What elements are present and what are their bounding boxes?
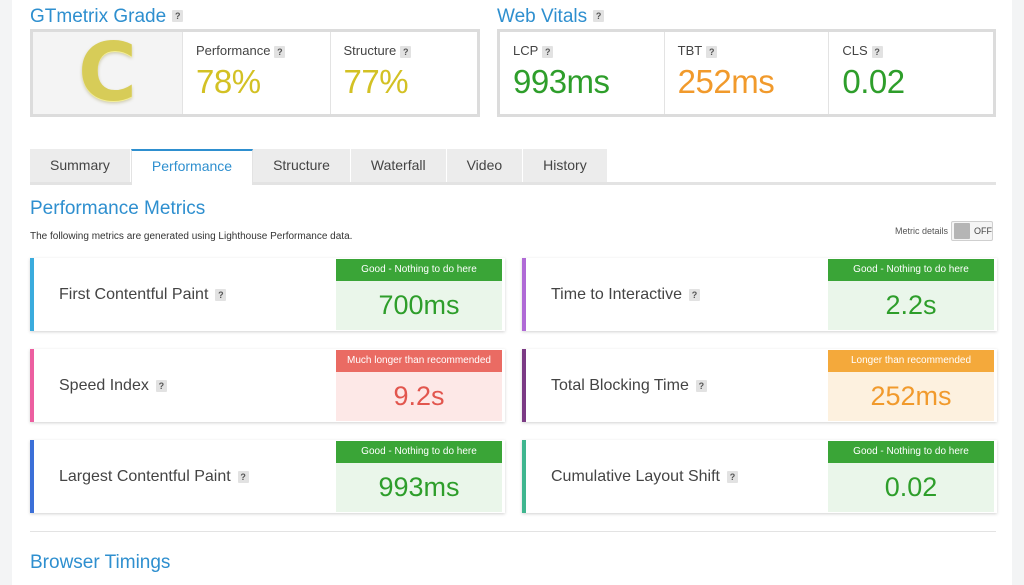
grade-letter: C	[78, 33, 137, 113]
help-icon[interactable]: ?	[274, 46, 285, 58]
performance-metrics-title: Performance Metrics	[30, 198, 205, 220]
help-icon[interactable]: ?	[689, 289, 700, 301]
metric-result: Good - Nothing to do here 2.2s	[828, 259, 994, 330]
tab-video[interactable]: Video	[447, 149, 524, 182]
metric-value: 700ms	[336, 281, 502, 330]
status-badge: Good - Nothing to do here	[828, 259, 994, 281]
metric-result: Good - Nothing to do here 700ms	[336, 259, 502, 330]
performance-score: Performance? 78%	[182, 32, 330, 114]
lcp-label: LCP	[513, 43, 538, 58]
metric-result: Much longer than recommended 9.2s	[336, 350, 502, 421]
cls-value: 0.02	[842, 63, 993, 101]
metric-value: 252ms	[828, 372, 994, 421]
performance-label: Performance	[196, 43, 270, 58]
tab-summary[interactable]: Summary	[30, 149, 131, 182]
report-tabs: Summary Performance Structure Waterfall …	[30, 149, 996, 185]
help-icon[interactable]: ?	[400, 46, 411, 58]
tab-structure[interactable]: Structure	[253, 149, 351, 182]
metric-card-cls: Cumulative Layout Shift? Good - Nothing …	[522, 440, 997, 513]
web-vitals-box: LCP? 993ms TBT? 252ms CLS? 0.02	[497, 29, 996, 117]
help-icon[interactable]: ?	[727, 471, 738, 483]
tbt-label: TBT	[678, 43, 703, 58]
help-icon[interactable]: ?	[542, 46, 553, 58]
metric-value: 9.2s	[336, 372, 502, 421]
browser-timings-title: Browser Timings	[30, 552, 170, 574]
performance-value: 78%	[196, 63, 330, 101]
lcp-vital: LCP? 993ms	[500, 32, 664, 114]
metric-name: Cumulative Layout Shift	[551, 468, 720, 485]
tbt-vital: TBT? 252ms	[664, 32, 829, 114]
tab-waterfall[interactable]: Waterfall	[351, 149, 447, 182]
help-icon[interactable]: ?	[872, 46, 883, 58]
tbt-value: 252ms	[678, 63, 829, 101]
web-vitals-heading: Web Vitals?	[497, 6, 604, 28]
grade-box: C Performance? 78% Structure? 77%	[30, 29, 480, 117]
metric-name: First Contentful Paint	[59, 286, 208, 303]
help-icon[interactable]: ?	[238, 471, 249, 483]
help-icon[interactable]: ?	[706, 46, 717, 58]
help-icon[interactable]: ?	[215, 289, 226, 301]
metric-card-speed-index: Speed Index? Much longer than recommende…	[30, 349, 505, 422]
cls-label: CLS	[842, 43, 867, 58]
tab-performance[interactable]: Performance	[131, 149, 253, 185]
section-divider	[30, 531, 996, 532]
metric-value: 0.02	[828, 463, 994, 512]
help-icon[interactable]: ?	[156, 380, 167, 392]
metric-card-tbt: Total Blocking Time? Longer than recomme…	[522, 349, 997, 422]
lcp-value: 993ms	[513, 63, 664, 101]
structure-score: Structure? 77%	[330, 32, 478, 114]
metric-name: Time to Interactive	[551, 286, 682, 303]
metric-card-lcp: Largest Contentful Paint? Good - Nothing…	[30, 440, 505, 513]
report-page: GTmetrix Grade? C Performance? 78% Struc…	[12, 0, 1012, 585]
metric-card-fcp: First Contentful Paint? Good - Nothing t…	[30, 258, 505, 331]
gtmetrix-grade-heading: GTmetrix Grade?	[30, 6, 183, 28]
help-icon[interactable]: ?	[172, 10, 183, 22]
help-icon[interactable]: ?	[593, 10, 604, 22]
grade-cell: C	[33, 32, 182, 114]
metric-details-label: Metric details	[895, 226, 948, 236]
metric-name: Largest Contentful Paint	[59, 468, 231, 485]
metric-value: 2.2s	[828, 281, 994, 330]
metric-value: 993ms	[336, 463, 502, 512]
metric-name: Speed Index	[59, 377, 149, 394]
web-vitals-title: Web Vitals	[497, 6, 587, 27]
metric-result: Good - Nothing to do here 0.02	[828, 441, 994, 512]
metric-details-toggle[interactable]: OFF	[951, 221, 993, 241]
metric-details-control: Metric details OFF	[895, 221, 993, 241]
structure-value: 77%	[344, 63, 478, 101]
status-badge: Longer than recommended	[828, 350, 994, 372]
status-badge: Good - Nothing to do here	[828, 441, 994, 463]
help-icon[interactable]: ?	[696, 380, 707, 392]
cls-vital: CLS? 0.02	[828, 32, 993, 114]
status-badge: Good - Nothing to do here	[336, 441, 502, 463]
status-badge: Good - Nothing to do here	[336, 259, 502, 281]
gtmetrix-grade-title: GTmetrix Grade	[30, 6, 166, 27]
performance-metrics-description: The following metrics are generated usin…	[30, 231, 352, 242]
tab-history[interactable]: History	[523, 149, 608, 182]
metric-name: Total Blocking Time	[551, 377, 689, 394]
metric-result: Good - Nothing to do here 993ms	[336, 441, 502, 512]
structure-label: Structure	[344, 43, 397, 58]
toggle-state: OFF	[974, 226, 992, 236]
metric-card-tti: Time to Interactive? Good - Nothing to d…	[522, 258, 997, 331]
status-badge: Much longer than recommended	[336, 350, 502, 372]
metric-result: Longer than recommended 252ms	[828, 350, 994, 421]
toggle-knob	[954, 223, 970, 239]
